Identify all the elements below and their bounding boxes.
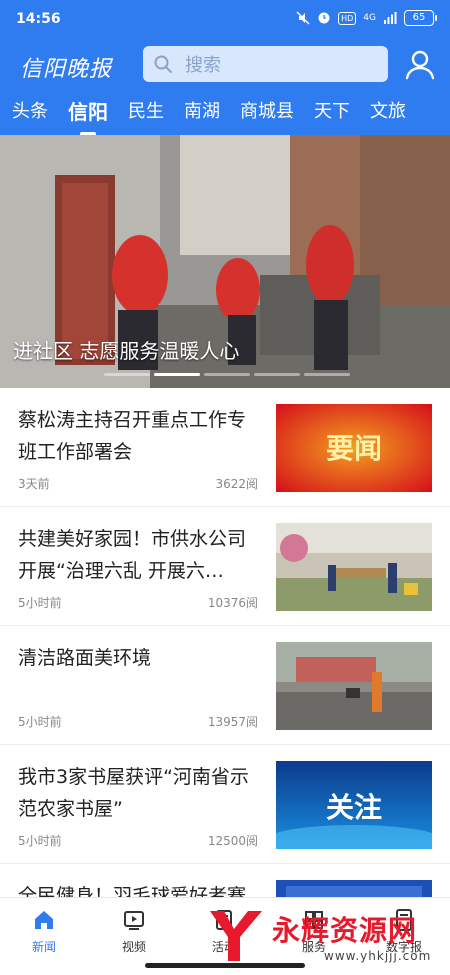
- tab-tianxia[interactable]: 天下: [304, 94, 360, 134]
- carousel-dot[interactable]: [204, 373, 250, 376]
- news-time: 5小时前: [18, 715, 62, 729]
- search-placeholder: 搜索: [185, 55, 221, 76]
- nav-video[interactable]: 视频: [104, 908, 164, 955]
- nav-label: 视频: [121, 940, 146, 954]
- news-thumbnail: [276, 642, 432, 730]
- mute-icon: [296, 11, 310, 25]
- channel-tabs: 头条 信阳 民生 南湖 商城县 天下 文旅: [0, 94, 450, 136]
- news-read-count: 13957阅: [207, 715, 258, 729]
- nav-news[interactable]: 新闻: [14, 908, 74, 955]
- news-read-count: 3622阅: [215, 477, 258, 491]
- battery-indicator: 65: [404, 10, 437, 26]
- news-title: 蔡松涛主持召开重点工作专班工作部署会: [18, 409, 247, 463]
- news-item[interactable]: 清洁路面美环境 5小时前 13957阅: [0, 626, 450, 745]
- news-item[interactable]: 共建美好家园！市供水公司开展“治理六乱 开展六… 5小时前 10376阅: [0, 507, 450, 626]
- thumb-label: 关注: [326, 791, 382, 824]
- status-time: 14:56: [16, 11, 61, 27]
- news-title: 共建美好家园！市供水公司开展“治理六乱 开展六…: [18, 528, 247, 582]
- tab-nanhu[interactable]: 南湖: [174, 94, 230, 134]
- banner-carousel[interactable]: 进社区 志愿服务温暖人心: [0, 135, 450, 388]
- watermark-url: www.yhkjjj.com: [324, 949, 432, 963]
- carousel-dot-active[interactable]: [154, 373, 200, 376]
- alarm-icon: [318, 12, 330, 24]
- nav-label: 新闻: [31, 940, 56, 954]
- carousel-indicator: [104, 373, 350, 376]
- tab-minsheng[interactable]: 民生: [118, 94, 174, 134]
- news-read-count: 10376阅: [207, 596, 258, 610]
- status-icons: HD 4G 65: [296, 10, 437, 26]
- signal-icon: [384, 12, 397, 24]
- news-time: 5小时前: [18, 834, 62, 848]
- news-title: 清洁路面美环境: [18, 647, 152, 669]
- status-bar: 14:56 HD 4G 65: [0, 0, 450, 40]
- app-logo: 信阳晚报: [20, 57, 113, 82]
- banner-title: 进社区 志愿服务温暖人心: [13, 339, 240, 363]
- news-thumbnail: 要闻: [276, 404, 432, 492]
- tab-xinyang[interactable]: 信阳: [58, 94, 118, 136]
- carousel-dot[interactable]: [254, 373, 300, 376]
- user-profile-icon[interactable]: [404, 48, 436, 80]
- carousel-dot[interactable]: [104, 373, 150, 376]
- news-time: 5小时前: [18, 596, 62, 610]
- news-time: 3天前: [18, 477, 50, 491]
- search-icon: [154, 55, 172, 73]
- news-read-count: 12500阅: [207, 834, 258, 848]
- news-item[interactable]: 蔡松涛主持召开重点工作专班工作部署会 3天前 3622阅 要闻: [0, 388, 450, 507]
- hd-icon: HD: [338, 11, 357, 25]
- carousel-dot[interactable]: [304, 373, 350, 376]
- video-icon: [124, 911, 144, 930]
- thumb-label: 要闻: [326, 432, 382, 465]
- news-thumbnail: 关注: [276, 761, 432, 849]
- app-header: 信阳晚报 搜索: [0, 40, 450, 90]
- tab-shangcheng[interactable]: 商城县: [230, 94, 304, 134]
- news-list: 蔡松涛主持召开重点工作专班工作部署会 3天前 3622阅 要闻 共建美好家园！市…: [0, 388, 450, 975]
- news-item[interactable]: 我市3家书屋获评“河南省示范农家书屋” 5小时前 12500阅 关注: [0, 745, 450, 864]
- top-header-block: 14:56 HD 4G 65 信阳晚报 搜索 头条 信阳 民生 南湖 商城县 天…: [0, 0, 450, 136]
- news-thumbnail: [276, 523, 432, 611]
- watermark-logo-icon: [210, 911, 262, 961]
- news-title: 我市3家书屋获评“河南省示范农家书屋”: [18, 766, 249, 820]
- tab-wenlv[interactable]: 文旅: [360, 94, 416, 134]
- search-input[interactable]: 搜索: [143, 46, 388, 82]
- network-indicator: 4G: [363, 12, 376, 23]
- home-icon: [35, 911, 53, 929]
- watermark-text: 永辉资源网: [272, 914, 418, 947]
- tab-toutiao[interactable]: 头条: [0, 94, 58, 134]
- home-indicator[interactable]: [145, 963, 305, 968]
